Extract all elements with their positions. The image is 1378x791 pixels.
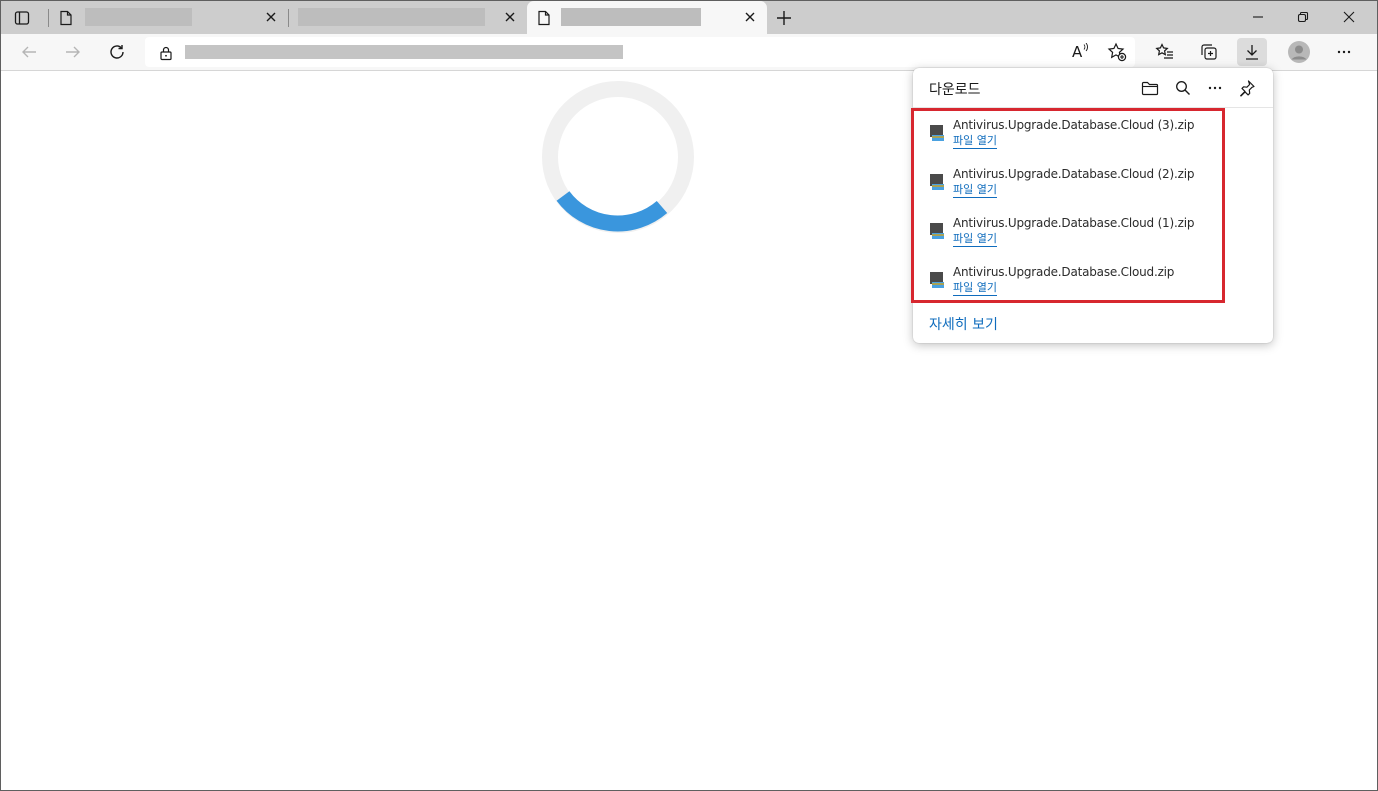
plus-icon: [777, 11, 791, 25]
star-plus-icon: [1107, 42, 1127, 62]
collections-icon: [1201, 44, 1217, 60]
minimize-button[interactable]: [1243, 5, 1273, 29]
restore-button[interactable]: [1288, 5, 1318, 29]
favorites-list-icon: [1155, 43, 1173, 59]
profile-button[interactable]: [1284, 38, 1314, 66]
forward-button[interactable]: [58, 38, 88, 66]
read-aloud-button[interactable]: A: [1066, 38, 1096, 66]
close-icon: [505, 12, 515, 22]
see-more-link[interactable]: 자세히 보기: [929, 314, 998, 334]
search-icon: [1176, 81, 1190, 95]
highlight-annotation-box: [911, 108, 1225, 303]
tab-actions-button[interactable]: [7, 6, 37, 30]
toolbar: A: [1, 34, 1377, 71]
page-icon: [538, 10, 550, 26]
downloads-button[interactable]: [1237, 38, 1267, 66]
refresh-icon: [110, 45, 124, 59]
browser-window: A 다운로드 Antivirus.Upgrade.Database.Cloud …: [0, 0, 1378, 791]
downloads-flyout: 다운로드 Antivirus.Upgrade.Database.Cloud (3…: [911, 68, 1273, 343]
tab-close-button[interactable]: [502, 9, 518, 25]
read-aloud-icon: A: [1071, 43, 1091, 61]
tab-3-active[interactable]: [527, 1, 767, 34]
tab-close-button[interactable]: [742, 9, 758, 25]
close-icon: [1343, 11, 1355, 23]
more-icon: [1337, 50, 1351, 54]
pin-icon: [1240, 80, 1255, 97]
tab-close-button[interactable]: [263, 9, 279, 25]
pin-downloads-button[interactable]: [1234, 77, 1260, 99]
collections-button[interactable]: [1194, 38, 1224, 66]
downloads-title: 다운로드: [929, 82, 981, 98]
address-bar[interactable]: [145, 37, 1135, 67]
close-window-button[interactable]: [1334, 5, 1364, 29]
refresh-button[interactable]: [102, 38, 132, 66]
loading-spinner: [542, 81, 694, 233]
lock-icon: [160, 46, 172, 61]
favorites-button[interactable]: [1150, 38, 1180, 66]
page-icon: [60, 10, 72, 26]
tab-strip: [1, 1, 1377, 34]
search-downloads-button[interactable]: [1170, 77, 1196, 99]
back-arrow-icon: [22, 46, 36, 58]
open-folder-button[interactable]: [1137, 77, 1163, 99]
close-icon: [745, 12, 755, 22]
read-aloud-label: A: [1072, 43, 1083, 61]
download-icon: [1246, 45, 1258, 60]
restore-icon: [1297, 11, 1309, 23]
more-icon: [1208, 86, 1222, 90]
back-button[interactable]: [14, 38, 44, 66]
forward-arrow-icon: [66, 46, 80, 58]
folder-icon: [1141, 81, 1159, 96]
tab-title: [85, 8, 192, 26]
tab-title: [298, 8, 485, 26]
minimize-icon: [1253, 16, 1263, 18]
avatar-icon: [1288, 41, 1310, 63]
new-tab-button[interactable]: [772, 6, 796, 30]
add-favorite-button[interactable]: [1102, 38, 1132, 66]
settings-more-button[interactable]: [1329, 38, 1359, 66]
tab-1[interactable]: [49, 1, 287, 34]
url-text[interactable]: [185, 45, 623, 59]
tab-2[interactable]: [289, 1, 525, 34]
close-icon: [266, 12, 276, 22]
tab-actions-icon: [14, 11, 30, 25]
downloads-more-button[interactable]: [1202, 77, 1228, 99]
tab-title: [561, 8, 701, 26]
